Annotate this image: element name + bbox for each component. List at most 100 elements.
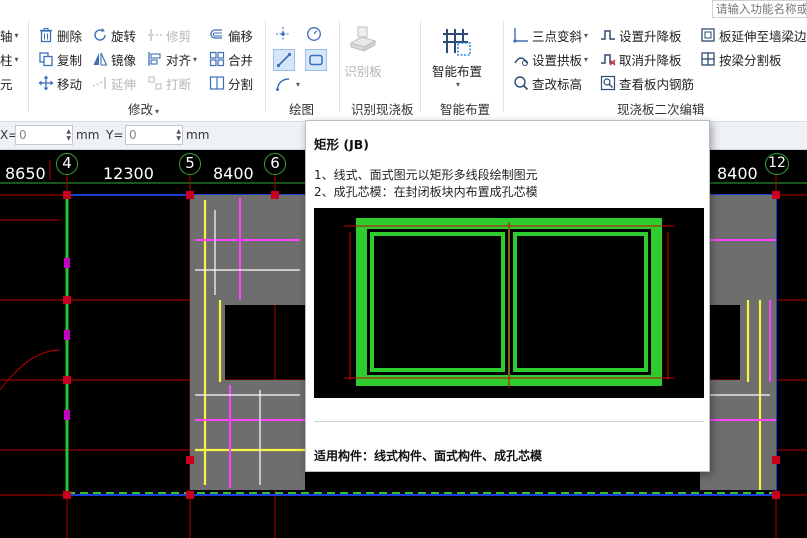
ribbon-toolbar: 轴 ▾ 柱 ▾ 元 删除 旋转 修剪 偏移 复制 镜像 对齐 ▾ 合并 移动 延伸 — [0, 0, 807, 122]
ribbon-left-item-2[interactable]: 柱 ▾ — [0, 49, 19, 69]
copy-button[interactable]: 复制 — [38, 49, 82, 69]
ribbon-left-label-2: 柱 — [0, 52, 13, 68]
rectangle-tool-tooltip: 矩形 (JB) 1、线式、面式图元以矩形多线段绘制图元 2、成孔芯模：在封闭板块… — [305, 120, 710, 472]
axis-bubble-5-label: 5 — [185, 154, 195, 172]
move-label: 移动 — [57, 76, 83, 92]
function-search-input[interactable]: 请输入功能名称或 — [712, 0, 807, 18]
delete-button[interactable]: 删除 — [38, 25, 82, 45]
line-icon — [276, 52, 292, 68]
identify-group-title: 识别现浇板 — [351, 102, 414, 117]
align-button[interactable]: 对齐 ▾ — [147, 49, 197, 69]
rectangle-preview-drawing — [344, 218, 674, 388]
draw-line-button[interactable] — [273, 49, 295, 71]
identify-slab-label: 识别板 — [344, 64, 382, 79]
extend-button[interactable]: 延伸 — [92, 73, 136, 93]
copy-icon — [38, 51, 54, 67]
draw-point-button[interactable] — [275, 24, 294, 44]
tooltip-line-2: 2、成孔芯模：在封闭板块内布置成孔芯模 — [314, 185, 538, 199]
modify-group-title[interactable]: 修改 ▾ — [128, 99, 159, 117]
rectangle-icon — [308, 52, 324, 68]
extend-icon — [92, 75, 108, 91]
draw-rotate-point-button[interactable] — [306, 24, 325, 44]
copy-label: 复制 — [57, 52, 83, 68]
extend-slab-icon — [700, 27, 716, 43]
draw-group-title: 绘图 — [289, 102, 315, 117]
arch-slab-icon — [513, 51, 529, 67]
y-label: Y= — [106, 128, 124, 142]
axis-bubble-4-label: 4 — [62, 154, 72, 172]
merge-button[interactable]: 合并 — [209, 49, 253, 69]
break-button[interactable]: 打断 — [147, 73, 191, 93]
modify-group-label: 修改 — [128, 102, 154, 117]
rotate-label: 旋转 — [111, 28, 137, 44]
delete-label: 删除 — [57, 28, 83, 44]
axis-dimension-1: 8650 — [5, 164, 46, 183]
axis-bubble-12-label: 12 — [768, 155, 786, 171]
axis-dimension-4: 8400 — [717, 164, 758, 183]
split-icon — [209, 75, 225, 91]
y-coordinate-input[interactable]: 0 ▲ ▼ — [125, 125, 183, 145]
tooltip-title: 矩形 (JB) — [314, 137, 369, 152]
check-elevation-button[interactable]: 查改标高 — [513, 73, 582, 93]
view-rebar-icon — [600, 75, 616, 91]
y-unit-label: mm — [186, 128, 210, 142]
cancel-raise-slab-button[interactable]: 取消升降板 — [600, 49, 682, 69]
extend-label: 延伸 — [111, 76, 137, 92]
mirror-button[interactable]: 镜像 — [92, 49, 136, 69]
split-by-beam-button[interactable]: 按梁分割板 — [700, 49, 782, 69]
cast-group-title: 现浇板二次编辑 — [617, 102, 705, 117]
align-icon — [147, 51, 163, 67]
trim-button[interactable]: 修剪 — [147, 25, 191, 45]
set-raise-slab-button[interactable]: 设置升降板 — [600, 25, 682, 45]
break-icon — [147, 75, 163, 91]
view-slab-rebar-button[interactable]: 查看板内钢筋 — [600, 73, 694, 93]
move-icon — [38, 75, 54, 91]
y-spinner[interactable]: ▲ ▼ — [176, 128, 181, 142]
y-coordinate-value: 0 — [129, 128, 137, 142]
offset-icon — [209, 27, 225, 43]
rotate-point-icon — [306, 26, 322, 42]
rotate-icon — [92, 27, 108, 43]
set-arch-slab-button[interactable]: 设置拱板 ▾ — [513, 49, 588, 69]
tooltip-line-1: 1、线式、面式图元以矩形多线段绘制图元 — [314, 168, 538, 182]
smart-layout-icon — [441, 25, 473, 57]
break-label: 打断 — [166, 76, 192, 92]
x-coordinate-value: 0 — [19, 128, 27, 142]
three-point-slope-label: 三点变斜 — [532, 28, 583, 44]
tooltip-preview-image — [314, 208, 704, 398]
raise-slab-icon — [600, 27, 616, 43]
axis-bubble-6: 6 — [264, 153, 286, 175]
identify-slab-button[interactable]: 识别板 — [343, 25, 383, 85]
trim-label: 修剪 — [166, 28, 192, 44]
trash-icon — [38, 27, 54, 43]
draw-arc-button[interactable]: ▾ — [275, 74, 300, 94]
offset-button[interactable]: 偏移 — [209, 25, 253, 45]
axis-dimension-3: 8400 — [213, 164, 254, 183]
axis-bubble-5: 5 — [179, 153, 201, 175]
split-button[interactable]: 分割 — [209, 73, 253, 93]
x-coordinate-input[interactable]: 0 ▲ ▼ — [15, 125, 73, 145]
rotate-button[interactable]: 旋转 — [92, 25, 136, 45]
smart-layout-button[interactable]: 智能布置 ▾ — [431, 25, 483, 99]
check-elevation-icon — [513, 75, 529, 91]
offset-label: 偏移 — [228, 28, 254, 44]
merge-label: 合并 — [228, 52, 254, 68]
axis-bubble-12: 12 — [765, 153, 789, 175]
x-unit-label: mm — [76, 128, 100, 142]
smart-layout-label: 智能布置 — [431, 64, 482, 79]
align-label: 对齐 — [166, 52, 192, 68]
x-spinner[interactable]: ▲ ▼ — [66, 128, 71, 142]
axis-dimension-2: 12300 — [103, 164, 154, 183]
move-button[interactable]: 移动 — [38, 73, 82, 93]
tooltip-divider — [314, 421, 704, 422]
point-icon — [275, 26, 291, 42]
trim-icon — [147, 27, 163, 43]
ribbon-left-item-3[interactable]: 元 — [0, 73, 13, 93]
extend-to-wall-button[interactable]: 板延伸至墙梁边 — [700, 25, 807, 45]
ribbon-left-item-1[interactable]: 轴 ▾ — [0, 25, 19, 45]
split-label: 分割 — [228, 76, 254, 92]
three-point-slope-button[interactable]: 三点变斜 ▾ — [513, 25, 588, 45]
three-point-icon — [513, 27, 529, 43]
draw-rectangle-button[interactable] — [305, 49, 327, 71]
tooltip-footer: 适用构件：线式构件、面式构件、成孔芯模 — [314, 449, 543, 463]
